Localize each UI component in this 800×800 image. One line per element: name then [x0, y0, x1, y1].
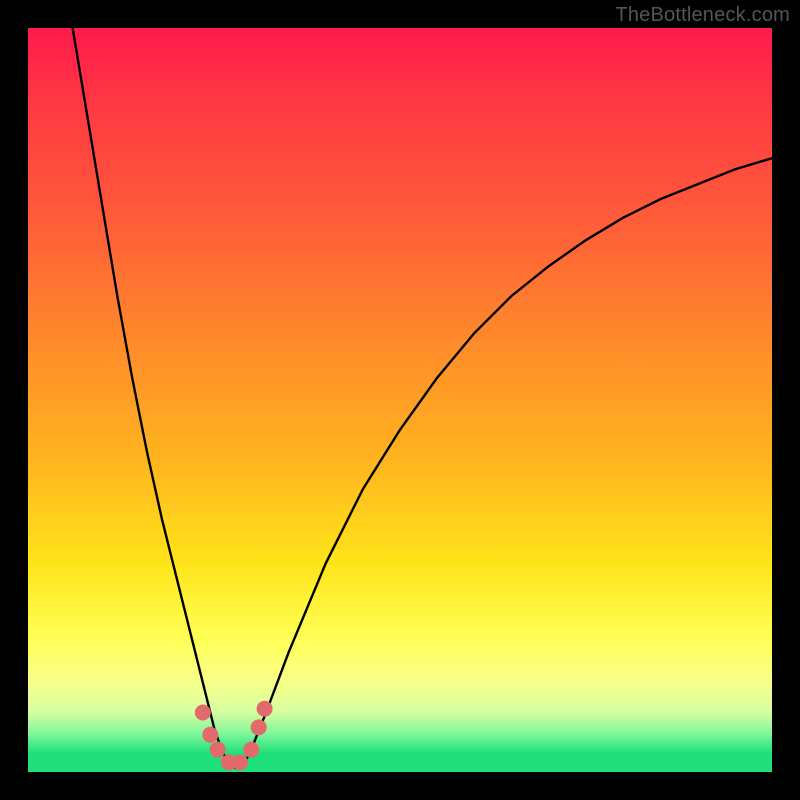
curve-marker: [232, 754, 248, 770]
attribution-text: TheBottleneck.com: [615, 4, 790, 27]
curve-marker: [243, 742, 259, 758]
plot-area: [28, 28, 772, 772]
curve-marker: [251, 719, 267, 735]
curve-marker: [210, 742, 226, 758]
curve-marker: [195, 704, 211, 720]
curve-marker: [257, 701, 273, 717]
chart-frame: TheBottleneck.com: [0, 0, 800, 800]
curve-markers: [195, 701, 273, 771]
curve-marker: [202, 727, 218, 743]
bottleneck-curve-path: [73, 28, 772, 768]
bottleneck-curve-svg: [28, 28, 772, 772]
